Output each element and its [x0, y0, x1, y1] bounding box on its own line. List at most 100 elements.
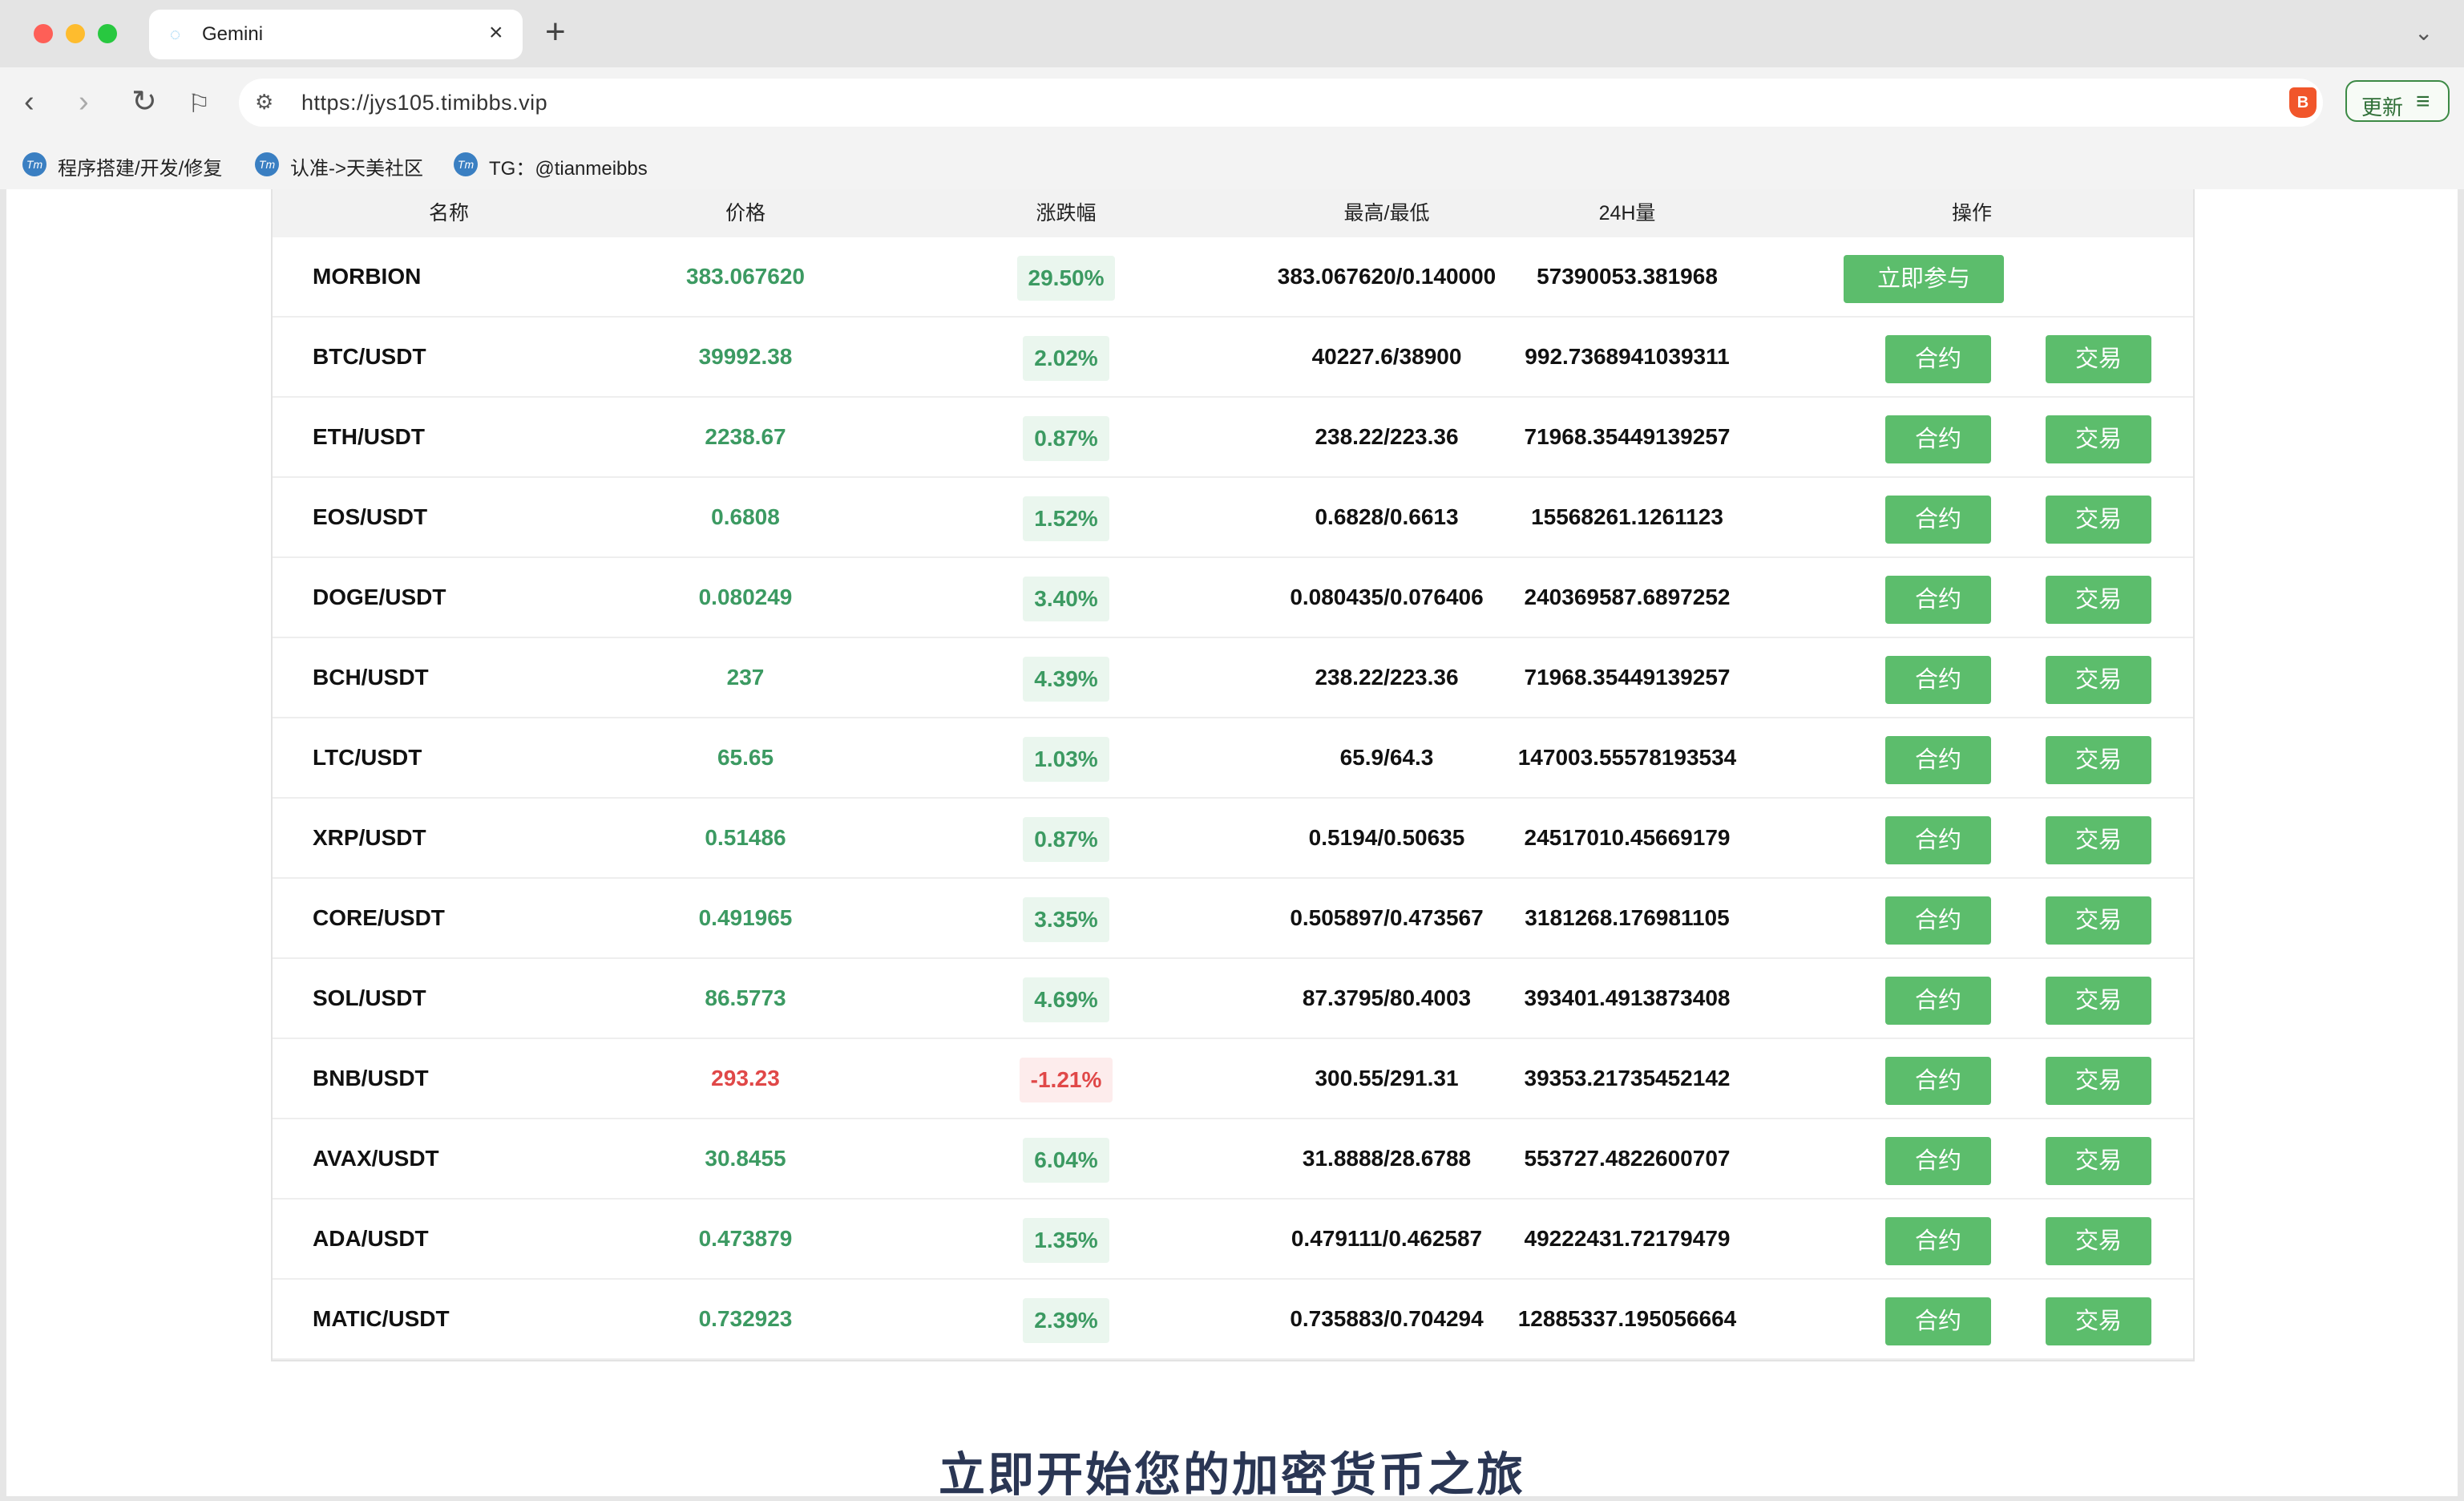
high-low-value: 0.6828/0.6613: [1315, 504, 1459, 529]
contract-button[interactable]: 合约: [1885, 816, 1991, 864]
contract-button[interactable]: 合约: [1885, 896, 1991, 945]
high-low-value: 40227.6/38900: [1311, 344, 1462, 369]
header-volume: 24H量: [1598, 202, 1656, 225]
window-minimize-button[interactable]: [66, 24, 85, 43]
change-cell: 3.40%: [866, 558, 1266, 637]
table-row: MORBION 383.067620 29.50% 383.067620/0.1400…: [273, 237, 2193, 318]
change-badge: 1.03%: [1023, 736, 1109, 782]
trade-button[interactable]: 交易: [2046, 736, 2151, 784]
contract-button[interactable]: 合约: [1885, 1217, 1991, 1265]
volume-value: 57390053.381968: [1537, 264, 1718, 289]
tab-title: Gemini: [202, 23, 264, 45]
pair-name: EOS/USDT: [313, 504, 428, 529]
change-cell: 1.52%: [866, 478, 1266, 556]
change-cell: 29.50%: [866, 237, 1266, 316]
header-price: 价格: [725, 202, 765, 225]
trade-button[interactable]: 交易: [2046, 896, 2151, 945]
change-badge: 4.39%: [1023, 656, 1109, 702]
trade-button[interactable]: 交易: [2046, 977, 2151, 1025]
volume-value: 553727.4822600707: [1524, 1146, 1731, 1171]
pair-name: DOGE/USDT: [313, 585, 446, 609]
address-bar[interactable]: ⚙ https://jys105.timibbs.vip ⇪: [239, 79, 2323, 127]
table-row: BNB/USDT 293.23 -1.21% 300.55/291.31 39353.2…: [273, 1039, 2193, 1119]
high-low-value: 0.5194/0.50635: [1308, 825, 1465, 850]
window-close-button[interactable]: [34, 24, 53, 43]
reload-icon[interactable]: ↻: [131, 85, 157, 119]
tm-logo-icon: Tm: [255, 152, 279, 176]
high-low-value: 65.9/64.3: [1339, 745, 1434, 770]
change-cell: 1.35%: [866, 1200, 1266, 1278]
pair-price: 0.6808: [711, 504, 780, 529]
bookmark-icon[interactable]: ⚐: [188, 87, 211, 120]
tab-close-icon[interactable]: ×: [489, 21, 503, 45]
contract-button[interactable]: 合约: [1885, 736, 1991, 784]
table-row: EOS/USDT 0.6808 1.52% 0.6828/0.6613 15568261…: [273, 478, 2193, 558]
contract-button[interactable]: 合约: [1885, 977, 1991, 1025]
trade-button[interactable]: 交易: [2046, 415, 2151, 463]
contract-button[interactable]: 合约: [1885, 656, 1991, 704]
back-arrow-icon[interactable]: ‹: [24, 85, 34, 119]
contract-button[interactable]: 合约: [1885, 496, 1991, 544]
window-maximize-button[interactable]: [98, 24, 117, 43]
join-now-button[interactable]: 立即参与: [1844, 255, 2004, 303]
pair-name: ETH/USDT: [313, 424, 425, 449]
table-row: ADA/USDT 0.473879 1.35% 0.479111/0.462587 49…: [273, 1200, 2193, 1280]
table-row: BCH/USDT 237 4.39% 238.22/223.36 71968.35449…: [273, 638, 2193, 718]
table-row: BTC/USDT 39992.38 2.02% 40227.6/38900 992.73…: [273, 318, 2193, 398]
trade-button[interactable]: 交易: [2046, 576, 2151, 624]
pair-price: 39992.38: [698, 344, 793, 369]
browser-toolbar: ‹ › ↻ ⚐ ⚙ https://jys105.timibbs.vip ⇪ B…: [0, 67, 2464, 138]
trade-button[interactable]: 交易: [2046, 816, 2151, 864]
high-low-value: 0.735883/0.704294: [1290, 1306, 1484, 1331]
pair-name: CORE/USDT: [313, 905, 445, 930]
contract-button[interactable]: 合约: [1885, 1057, 1991, 1105]
pair-name: BTC/USDT: [313, 344, 426, 369]
contract-button[interactable]: 合约: [1885, 1297, 1991, 1345]
change-cell: 6.04%: [866, 1119, 1266, 1198]
trade-button[interactable]: 交易: [2046, 1137, 2151, 1185]
bookmarks-bar: Tm 程序搭建/开发/修复 Tm 认准->天美社区 Tm TG：@tianmei…: [0, 138, 2464, 189]
contract-button[interactable]: 合约: [1885, 576, 1991, 624]
contract-button[interactable]: 合约: [1885, 1137, 1991, 1185]
trade-button[interactable]: 交易: [2046, 335, 2151, 383]
update-label: 更新: [2361, 95, 2404, 119]
volume-value: 992.7368941039311: [1525, 344, 1730, 369]
tm-logo-icon: Tm: [454, 152, 478, 176]
chevron-down-icon[interactable]: ⌄: [2414, 19, 2433, 46]
forward-arrow-icon[interactable]: ›: [79, 85, 89, 119]
trade-button[interactable]: 交易: [2046, 1057, 2151, 1105]
pair-name: MORBION: [313, 264, 422, 289]
pair-price: 0.51486: [705, 825, 786, 850]
pair-price: 237: [726, 665, 765, 690]
change-badge: 3.40%: [1023, 576, 1109, 621]
pair-price: 0.473879: [698, 1226, 793, 1251]
contract-button[interactable]: 合约: [1885, 335, 1991, 383]
header-change: 涨跌幅: [1036, 202, 1097, 225]
change-badge: 4.69%: [1023, 977, 1109, 1022]
volume-value: 39353.21735452142: [1524, 1066, 1731, 1090]
update-button[interactable]: 更新 ≡: [2345, 80, 2450, 122]
change-cell: -1.21%: [866, 1039, 1266, 1118]
table-row: SOL/USDT 86.5773 4.69% 87.3795/80.4003 39340…: [273, 959, 2193, 1039]
contract-button[interactable]: 合约: [1885, 415, 1991, 463]
volume-value: 12885337.195056664: [1517, 1306, 1737, 1331]
pair-name: MATIC/USDT: [313, 1306, 450, 1331]
change-cell: 2.39%: [866, 1280, 1266, 1358]
url-text[interactable]: https://jys105.timibbs.vip: [301, 91, 547, 115]
table-row: LTC/USDT 65.65 1.03% 65.9/64.3 147003.555781…: [273, 718, 2193, 799]
new-tab-icon[interactable]: +: [545, 14, 566, 50]
trade-button[interactable]: 交易: [2046, 1297, 2151, 1345]
header-high-low: 最高/最低: [1343, 202, 1430, 225]
change-cell: 2.02%: [866, 318, 1266, 396]
volume-value: 15568261.1261123: [1531, 504, 1723, 529]
table-row: MATIC/USDT 0.732923 2.39% 0.735883/0.704294…: [273, 1280, 2193, 1360]
site-settings-icon[interactable]: ⚙: [255, 90, 273, 115]
browser-tab[interactable]: ◌ Gemini ×: [149, 10, 523, 59]
high-low-value: 238.22/223.36: [1315, 665, 1459, 690]
brave-shield-icon[interactable]: B: [2289, 87, 2317, 118]
change-badge: 6.04%: [1023, 1137, 1109, 1183]
trade-button[interactable]: 交易: [2046, 1217, 2151, 1265]
trade-button[interactable]: 交易: [2046, 656, 2151, 704]
trade-button[interactable]: 交易: [2046, 496, 2151, 544]
pair-price: 293.23: [711, 1066, 780, 1090]
